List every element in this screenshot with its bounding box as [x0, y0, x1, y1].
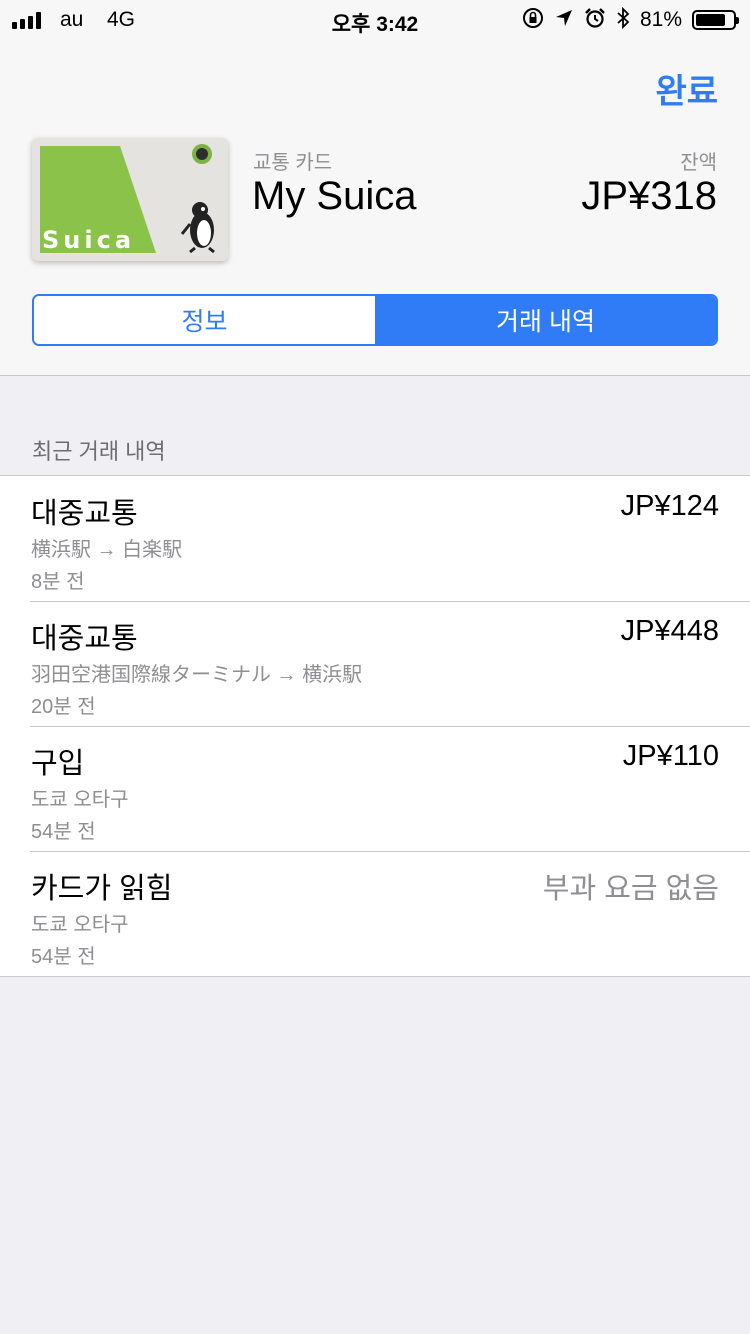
balance-label: 잔액	[680, 152, 717, 174]
transaction-location: 横浜駅 → 白楽駅	[31, 539, 183, 561]
transaction-time: 20분 전	[31, 696, 96, 718]
transaction-row[interactable]: 카드가 읽힘 도쿄 오타구 54분 전 부과 요금 없음	[0, 851, 750, 976]
battery-level	[696, 14, 726, 26]
bluetooth-icon	[616, 6, 630, 33]
status-icons: 81%	[522, 6, 739, 34]
transaction-row[interactable]: 구입 도쿄 오타구 54분 전 JP¥110	[0, 726, 750, 851]
transaction-title: 구입	[31, 748, 85, 780]
svg-text:Suica: Suica	[42, 226, 135, 254]
transaction-title: 대중교통	[31, 498, 138, 530]
orientation-lock-icon	[522, 7, 544, 33]
transaction-time: 54분 전	[31, 821, 96, 843]
battery-percent: 81%	[639, 8, 682, 31]
transaction-title: 카드가 읽힘	[31, 873, 173, 905]
transaction-time: 54분 전	[31, 946, 96, 968]
transaction-location: 도쿄 오타구	[31, 914, 129, 936]
transaction-row[interactable]: 대중교통 羽田空港国際線ターミナル → 横浜駅 20분 전 JP¥448	[0, 601, 750, 726]
transaction-location: 羽田空港国際線ターミナル → 横浜駅	[31, 664, 363, 686]
transaction-amount: JP¥124	[620, 490, 719, 522]
location-arrow-icon	[554, 8, 574, 32]
balance-value: JP¥318	[581, 174, 717, 218]
segmented-control: 정보 거래 내역	[32, 294, 718, 346]
transaction-location: 도쿄 오타구	[31, 789, 129, 811]
card-name: My Suica	[252, 174, 417, 218]
battery-icon	[692, 10, 739, 30]
tab-info[interactable]: 정보	[34, 296, 375, 344]
transaction-list: 대중교통 横浜駅 → 白楽駅 8분 전 JP¥124 대중교통 羽田空港国際線タ…	[0, 475, 750, 977]
transaction-row[interactable]: 대중교통 横浜駅 → 白楽駅 8분 전 JP¥124	[0, 476, 750, 601]
section-title: 최근 거래 내역	[32, 439, 166, 464]
transaction-amount: JP¥110	[622, 740, 719, 772]
alarm-icon	[584, 7, 606, 33]
card-header: 완료 Suica 교통 카드 My Suica 잔액 JP¥318 정보 거래 …	[0, 40, 750, 376]
suica-card-image: Suica	[32, 138, 228, 261]
card-type-label: 교통 카드	[253, 152, 333, 174]
tab-transactions[interactable]: 거래 내역	[375, 296, 716, 344]
transaction-amount: JP¥448	[620, 615, 719, 647]
done-button[interactable]: 완료	[655, 64, 718, 113]
status-bar: au 4G 오후 3:42 81%	[0, 0, 750, 40]
transaction-time: 8분 전	[31, 571, 85, 593]
transaction-title: 대중교통	[31, 623, 138, 655]
transaction-amount: 부과 요금 없음	[542, 873, 719, 905]
